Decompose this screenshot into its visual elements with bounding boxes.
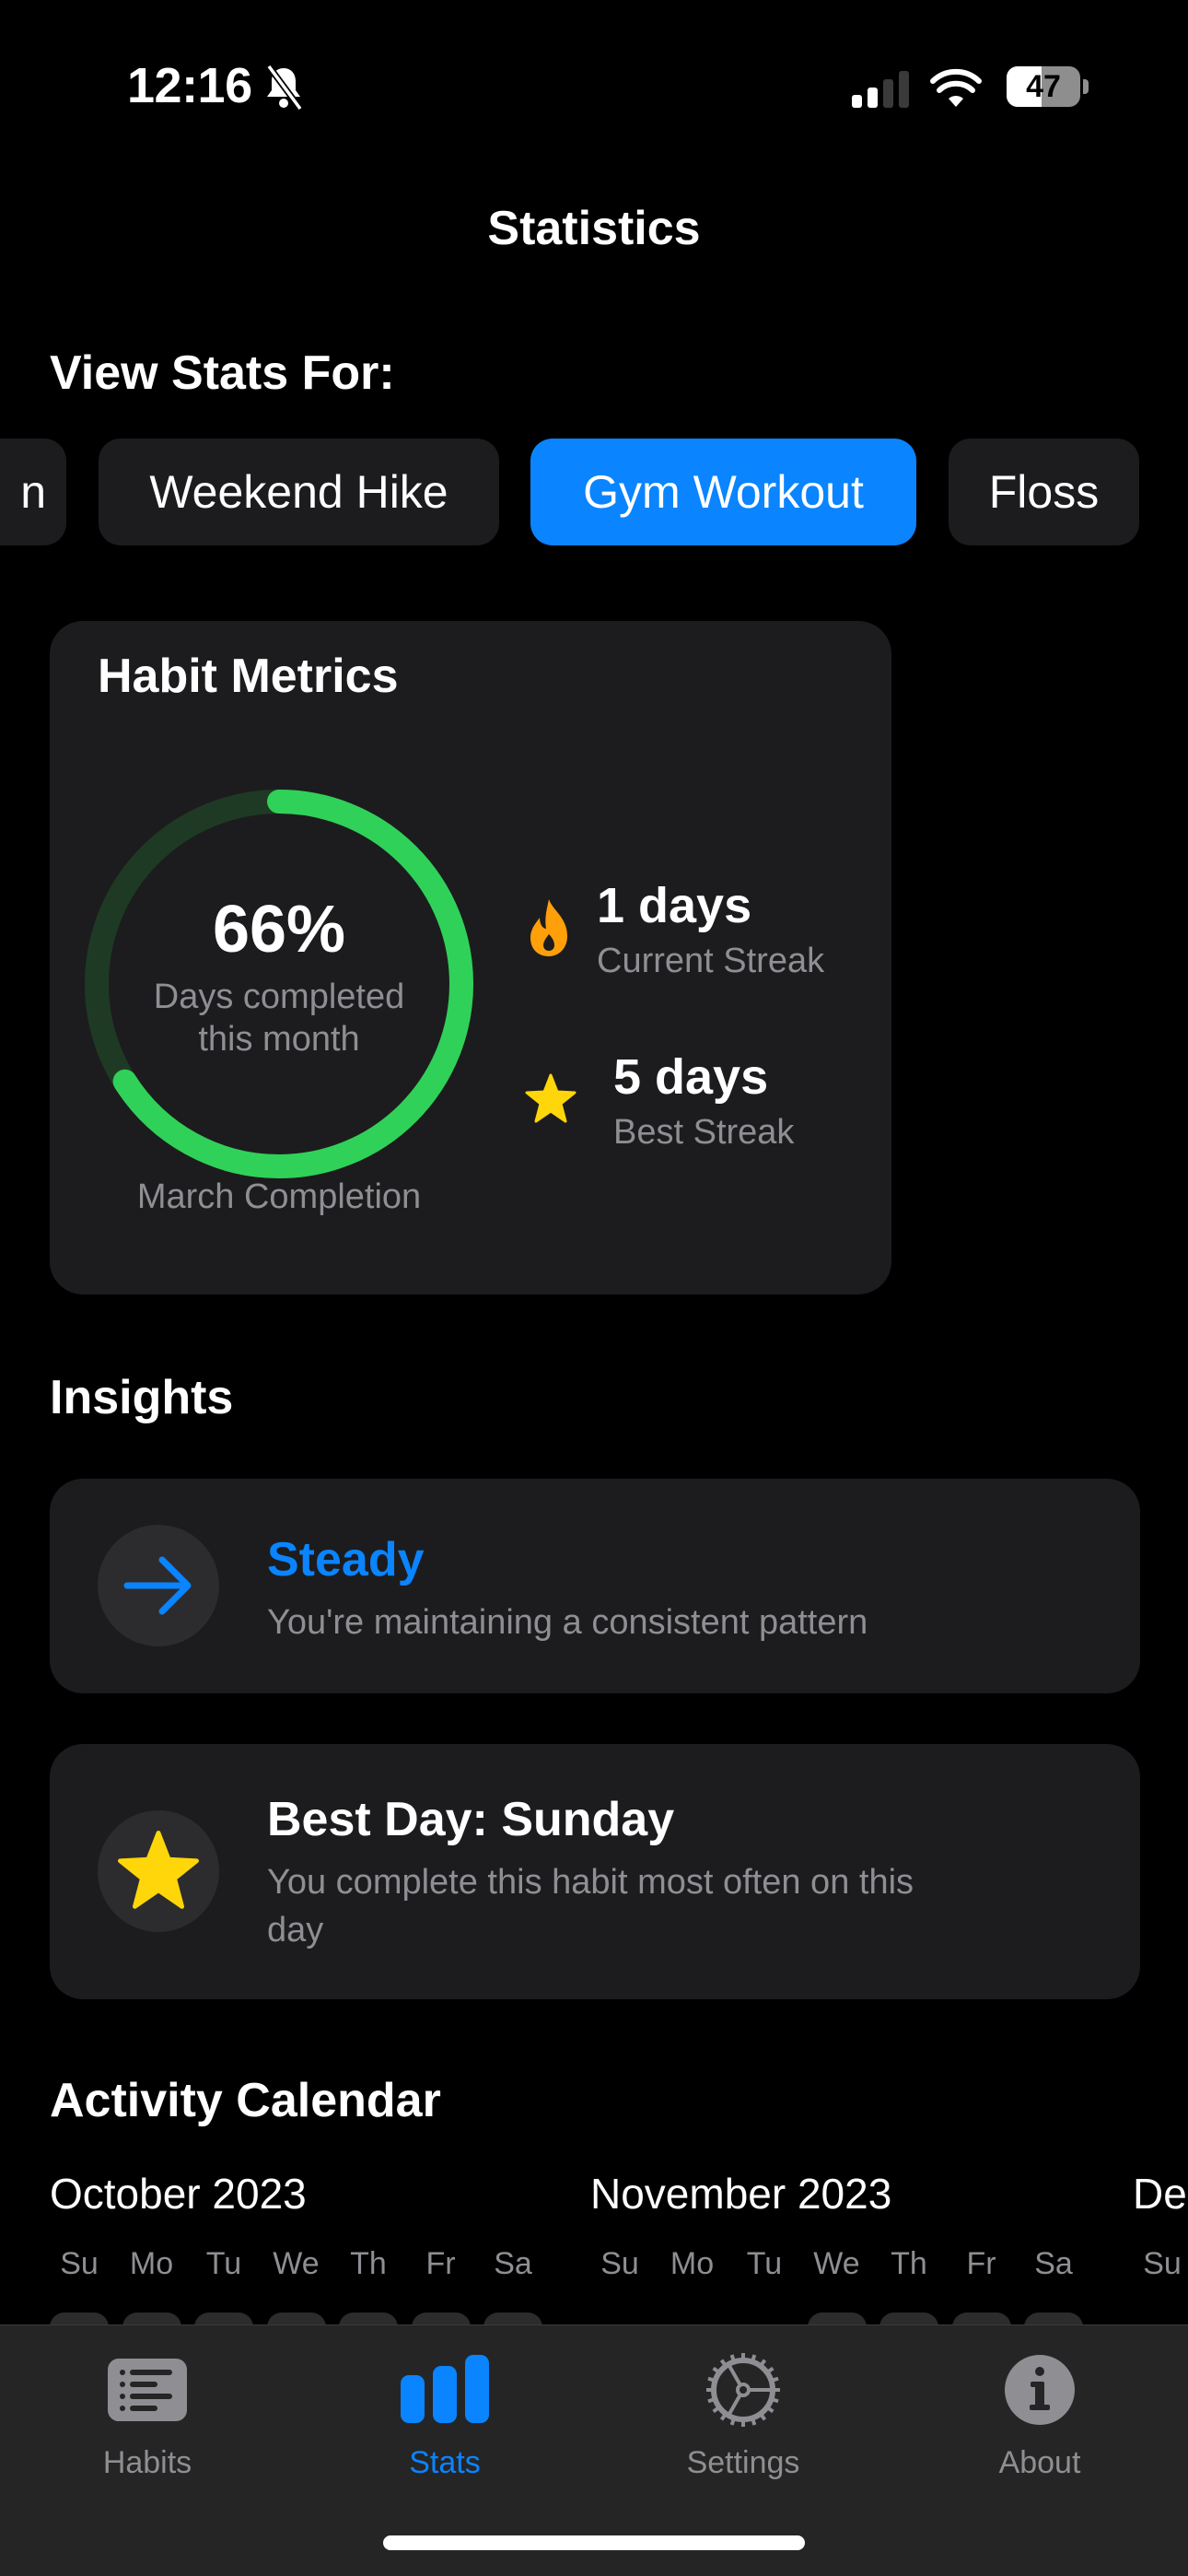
cellular-signal-icon — [852, 71, 909, 108]
tab-label-habits: Habits — [102, 2445, 192, 2480]
calendar-weekday-label: Fr — [425, 2246, 456, 2281]
calendar-weekday-label: Th — [350, 2246, 387, 2281]
gear-tooth — [766, 2366, 775, 2374]
completion-percent: 66% — [212, 893, 346, 966]
gear-tooth — [766, 2406, 775, 2414]
gear-tooth — [712, 2406, 720, 2414]
flame-icon — [530, 899, 567, 956]
gear-tooth — [729, 2418, 736, 2426]
gear-tooth — [712, 2366, 720, 2374]
gear-tooth — [707, 2376, 716, 2383]
insight-card-best-day[interactable]: Best Day: Sunday You complete this habit… — [50, 1744, 1140, 1999]
habit-metrics-card: Habit Metrics 66% Days completed this mo… — [50, 621, 891, 1294]
completion-month-label: March Completion — [136, 1177, 422, 1216]
star-icon — [525, 1073, 577, 1123]
calendar-month-label: De — [1133, 2170, 1187, 2218]
habit-chip-weekend-hike[interactable]: Weekend Hike — [99, 439, 499, 545]
home-indicator[interactable] — [383, 2535, 805, 2550]
current-streak: 1 days Current Streak — [597, 881, 824, 981]
arrow-right-icon — [123, 1556, 192, 1615]
star-icon — [118, 1831, 200, 1909]
view-stats-label: View Stats For: — [50, 346, 395, 400]
activity-calendar-title: Activity Calendar — [50, 2074, 441, 2127]
page-title: Statistics — [487, 202, 701, 255]
battery-percent: 47 — [1026, 69, 1061, 104]
battery-cap — [1083, 79, 1089, 94]
status-time: 12:16 — [127, 58, 252, 113]
tab-habits[interactable]: Habits — [55, 2325, 239, 2500]
gear-tooth — [771, 2397, 779, 2404]
tab-label-stats: Stats — [409, 2445, 481, 2480]
insight-card-steady[interactable]: Steady You're maintaining a consistent p… — [50, 1479, 1140, 1693]
battery-indicator: 47 — [1007, 66, 1080, 107]
calendar-weekday-label: Tu — [205, 2246, 242, 2281]
info-icon — [994, 2353, 1086, 2427]
insight-text-best-day: You complete this habit most often on th… — [267, 1863, 914, 1950]
gear-tooth — [719, 2413, 728, 2421]
gear-tooth — [751, 2418, 757, 2426]
calendar-weekday-label: We — [813, 2246, 860, 2281]
current-streak-value: 1 days — [597, 878, 752, 933]
calendar-weekday-label: Th — [891, 2246, 927, 2281]
insights-title: Insights — [50, 1371, 234, 1424]
calendar-weekday-label: Su — [60, 2246, 99, 2281]
best-streak-value: 5 days — [613, 1049, 769, 1105]
wifi-icon — [930, 68, 982, 107]
insight-icon-circle — [98, 1810, 219, 1932]
completion-ring-center: 66% Days completed this month — [84, 789, 474, 1179]
calendar-weekday-label: Sa — [1034, 2246, 1073, 2281]
gear-tooth — [759, 2359, 767, 2367]
insight-title-best-day: Best Day: Sunday — [267, 1793, 675, 1846]
gear-tooth — [707, 2397, 716, 2404]
habit-chip-row[interactable]: n Weekend Hike Gym Workout Floss — [0, 439, 1188, 545]
tab-label-settings: Settings — [686, 2445, 800, 2480]
completion-caption: Days completed this month — [153, 978, 405, 1059]
chart-bar-icon — [399, 2353, 491, 2427]
calendar-weekday-label: We — [273, 2246, 320, 2281]
gear-tooth — [771, 2376, 779, 2383]
calendar-month-label: November 2023 — [590, 2170, 892, 2218]
best-streak-label: Best Streak — [613, 1113, 795, 1152]
bell-slash-icon — [266, 64, 303, 111]
tab-label-about: About — [998, 2445, 1081, 2480]
habit-metrics-title: Habit Metrics — [98, 650, 399, 703]
insight-title-steady: Steady — [267, 1533, 425, 1587]
list-icon — [101, 2353, 193, 2427]
habit-chip-floss[interactable]: Floss — [949, 439, 1139, 545]
calendar-weekday-label: Mo — [129, 2246, 174, 2281]
gear-tooth — [759, 2413, 767, 2421]
current-streak-label: Current Streak — [597, 942, 825, 980]
calendar-month-label: October 2023 — [50, 2170, 307, 2218]
insight-icon-circle — [98, 1525, 219, 1646]
tab-about[interactable]: About — [948, 2325, 1132, 2500]
calendar-weekday-label: Fr — [966, 2246, 996, 2281]
gear-tooth — [719, 2359, 728, 2367]
gear-tooth — [751, 2354, 757, 2362]
insight-text-steady: You're maintaining a consistent pattern — [267, 1603, 868, 1642]
gear-tooth — [729, 2354, 736, 2362]
calendar-weekday-label: Su — [600, 2246, 639, 2281]
calendar-weekday-label: Tu — [746, 2246, 783, 2281]
habit-chip-partial[interactable]: n — [0, 439, 66, 545]
calendar-weekday-label: Su — [1143, 2246, 1182, 2281]
calendar-weekday-label: Sa — [494, 2246, 532, 2281]
gear-icon — [697, 2353, 789, 2427]
tab-settings[interactable]: Settings — [651, 2325, 835, 2500]
best-streak: 5 days Best Streak — [613, 1052, 794, 1153]
habit-chip-gym-workout[interactable]: Gym Workout — [530, 439, 916, 545]
tab-stats[interactable]: Stats — [353, 2325, 537, 2500]
calendar-weekday-label: Mo — [670, 2246, 715, 2281]
